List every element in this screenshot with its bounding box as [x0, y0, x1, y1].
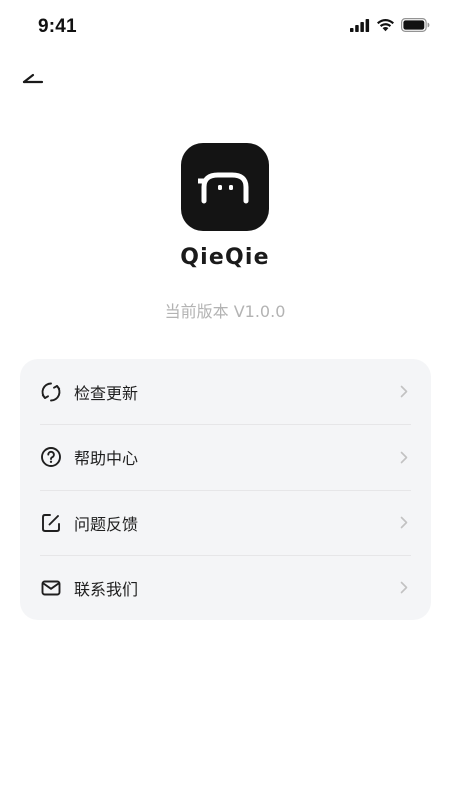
- chevron-right-icon: [399, 385, 409, 399]
- version-text: 当前版本 V1.0.0: [164, 302, 286, 321]
- chevron-right-icon: [399, 581, 409, 595]
- edit-icon: [40, 512, 62, 534]
- qieqie-logo-icon: [198, 172, 249, 204]
- menu-item-help-center[interactable]: 帮助中心: [40, 424, 411, 489]
- refresh-icon: [40, 381, 62, 403]
- app-logo: [181, 143, 269, 231]
- menu-item-label: 检查更新: [74, 383, 139, 403]
- battery-icon: [401, 18, 430, 32]
- back-button[interactable]: [14, 58, 54, 94]
- menu-item-label: 联系我们: [74, 579, 139, 599]
- status-icons: [350, 18, 430, 32]
- menu-item-label: 帮助中心: [74, 449, 139, 469]
- back-arrow-icon: [22, 73, 44, 84]
- status-bar: 9:41: [0, 0, 450, 54]
- mail-icon: [40, 577, 62, 599]
- menu-item-check-update[interactable]: 检查更新: [40, 359, 411, 424]
- menu-item-feedback[interactable]: 问题反馈: [40, 489, 411, 555]
- menu-item-label: 问题反馈: [74, 514, 139, 534]
- menu-item-contact-us[interactable]: 联系我们: [40, 554, 411, 620]
- status-time: 9:41: [38, 16, 77, 37]
- settings-menu-card: 检查更新 帮助中心 问题反馈 联系我们: [20, 359, 431, 620]
- help-circle-icon: [40, 446, 62, 468]
- chevron-right-icon: [399, 450, 409, 464]
- chevron-right-icon: [399, 516, 409, 530]
- cellular-signal-icon: [350, 18, 370, 32]
- app-name: QieQie: [180, 245, 270, 270]
- wifi-icon: [377, 19, 394, 32]
